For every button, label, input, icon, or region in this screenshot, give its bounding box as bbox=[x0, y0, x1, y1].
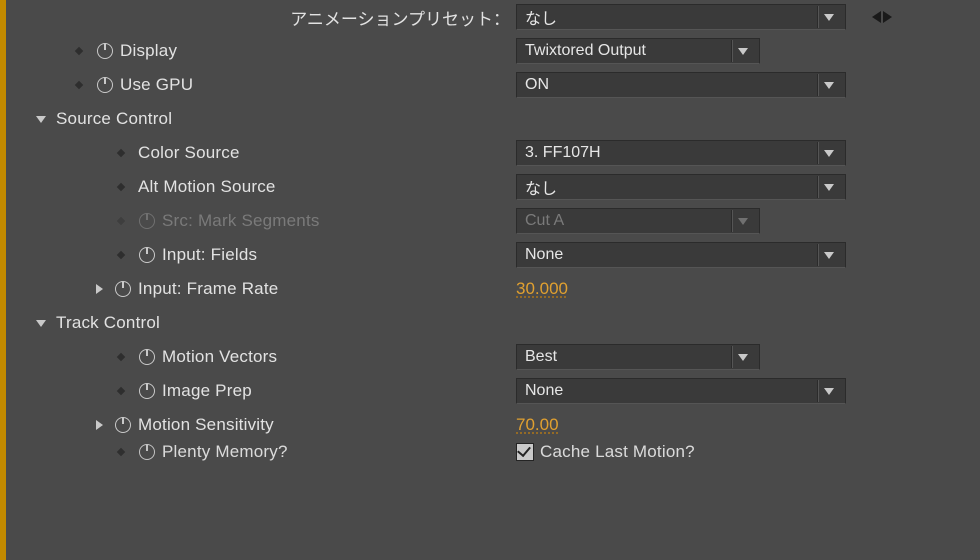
stopwatch-icon[interactable] bbox=[114, 280, 132, 298]
motion-vectors-label: Motion Vectors bbox=[162, 347, 277, 367]
row-input-frame-rate: Input: Frame Rate 30.000 bbox=[6, 272, 980, 306]
chevron-down-icon bbox=[821, 14, 837, 21]
alt-motion-source-label: Alt Motion Source bbox=[138, 177, 276, 197]
cache-last-motion-checkbox[interactable] bbox=[516, 443, 534, 461]
row-display: Display Twixtored Output bbox=[6, 34, 980, 68]
animation-preset-value: なし bbox=[525, 5, 813, 29]
preset-prev-icon[interactable] bbox=[872, 11, 881, 23]
alt-motion-source-value: なし bbox=[525, 175, 813, 199]
color-source-dropdown[interactable]: 3. FF107H bbox=[516, 140, 846, 166]
use-gpu-dropdown[interactable]: ON bbox=[516, 72, 846, 98]
display-dropdown[interactable]: Twixtored Output bbox=[516, 38, 760, 64]
bullet-icon bbox=[117, 217, 125, 225]
source-control-label: Source Control bbox=[56, 109, 172, 129]
stopwatch-icon[interactable] bbox=[138, 246, 156, 264]
bullet-icon bbox=[117, 353, 125, 361]
input-fields-label: Input: Fields bbox=[162, 245, 257, 265]
row-alt-motion-source: Alt Motion Source なし bbox=[6, 170, 980, 204]
stopwatch-icon[interactable] bbox=[138, 382, 156, 400]
row-image-prep: Image Prep None bbox=[6, 374, 980, 408]
image-prep-label: Image Prep bbox=[162, 381, 252, 401]
stopwatch-icon[interactable] bbox=[114, 416, 132, 434]
twirl-down-icon[interactable] bbox=[34, 112, 48, 126]
row-motion-sensitivity: Motion Sensitivity 70.00 bbox=[6, 408, 980, 442]
chevron-down-icon bbox=[735, 218, 751, 225]
use-gpu-label: Use GPU bbox=[120, 75, 193, 95]
image-prep-value: None bbox=[525, 382, 813, 400]
chevron-down-icon bbox=[735, 354, 751, 361]
chevron-down-icon bbox=[821, 82, 837, 89]
preset-next-icon[interactable] bbox=[883, 11, 892, 23]
chevron-down-icon bbox=[821, 184, 837, 191]
row-source-control[interactable]: Source Control bbox=[6, 102, 980, 136]
twirl-down-icon[interactable] bbox=[34, 316, 48, 330]
input-fields-dropdown[interactable]: None bbox=[516, 242, 846, 268]
image-prep-dropdown[interactable]: None bbox=[516, 378, 846, 404]
display-label: Display bbox=[120, 41, 177, 61]
src-mark-segments-dropdown: Cut A bbox=[516, 208, 760, 234]
row-color-source: Color Source 3. FF107H bbox=[6, 136, 980, 170]
twirl-right-icon[interactable] bbox=[92, 282, 106, 296]
row-motion-vectors: Motion Vectors Best bbox=[6, 340, 980, 374]
chevron-down-icon bbox=[821, 388, 837, 395]
alt-motion-source-dropdown[interactable]: なし bbox=[516, 174, 846, 200]
motion-vectors-dropdown[interactable]: Best bbox=[516, 344, 760, 370]
bullet-icon bbox=[117, 448, 125, 456]
chevron-down-icon bbox=[821, 150, 837, 157]
plenty-memory-label: Plenty Memory? bbox=[162, 442, 288, 462]
row-track-control[interactable]: Track Control bbox=[6, 306, 980, 340]
motion-sensitivity-label: Motion Sensitivity bbox=[138, 415, 274, 435]
color-source-value: 3. FF107H bbox=[525, 144, 813, 162]
chevron-down-icon bbox=[735, 48, 751, 55]
motion-vectors-value: Best bbox=[525, 348, 727, 366]
stopwatch-icon[interactable] bbox=[138, 443, 156, 461]
input-fields-value: None bbox=[525, 246, 813, 264]
row-input-fields: Input: Fields None bbox=[6, 238, 980, 272]
bullet-icon bbox=[117, 149, 125, 157]
stopwatch-icon[interactable] bbox=[96, 76, 114, 94]
bullet-icon bbox=[117, 183, 125, 191]
row-plenty-memory: Plenty Memory? Cache Last Motion? bbox=[6, 442, 980, 462]
track-control-label: Track Control bbox=[56, 313, 160, 333]
input-frame-rate-label: Input: Frame Rate bbox=[138, 279, 278, 299]
row-animation-preset: アニメーションプリセット： なし bbox=[6, 0, 980, 34]
display-value: Twixtored Output bbox=[525, 42, 727, 60]
bullet-icon bbox=[117, 251, 125, 259]
row-src-mark-segments: Src: Mark Segments Cut A bbox=[6, 204, 980, 238]
animation-preset-label: アニメーションプリセット： bbox=[6, 5, 516, 30]
bullet-icon bbox=[75, 81, 83, 89]
effect-controls-panel: アニメーションプリセット： なし Display Twixtored Outpu… bbox=[0, 0, 980, 560]
bullet-icon bbox=[117, 387, 125, 395]
bullet-icon bbox=[75, 47, 83, 55]
use-gpu-value: ON bbox=[525, 76, 813, 94]
motion-sensitivity-value[interactable]: 70.00 bbox=[516, 415, 559, 435]
stopwatch-icon bbox=[138, 212, 156, 230]
stopwatch-icon[interactable] bbox=[96, 42, 114, 60]
animation-preset-dropdown[interactable]: なし bbox=[516, 4, 846, 30]
src-mark-segments-value: Cut A bbox=[525, 212, 727, 230]
input-frame-rate-value[interactable]: 30.000 bbox=[516, 279, 568, 299]
chevron-down-icon bbox=[821, 252, 837, 259]
twirl-right-icon[interactable] bbox=[92, 418, 106, 432]
cache-last-motion-label: Cache Last Motion? bbox=[540, 442, 695, 462]
stopwatch-icon[interactable] bbox=[138, 348, 156, 366]
color-source-label: Color Source bbox=[138, 143, 240, 163]
row-use-gpu: Use GPU ON bbox=[6, 68, 980, 102]
src-mark-segments-label: Src: Mark Segments bbox=[162, 211, 320, 231]
